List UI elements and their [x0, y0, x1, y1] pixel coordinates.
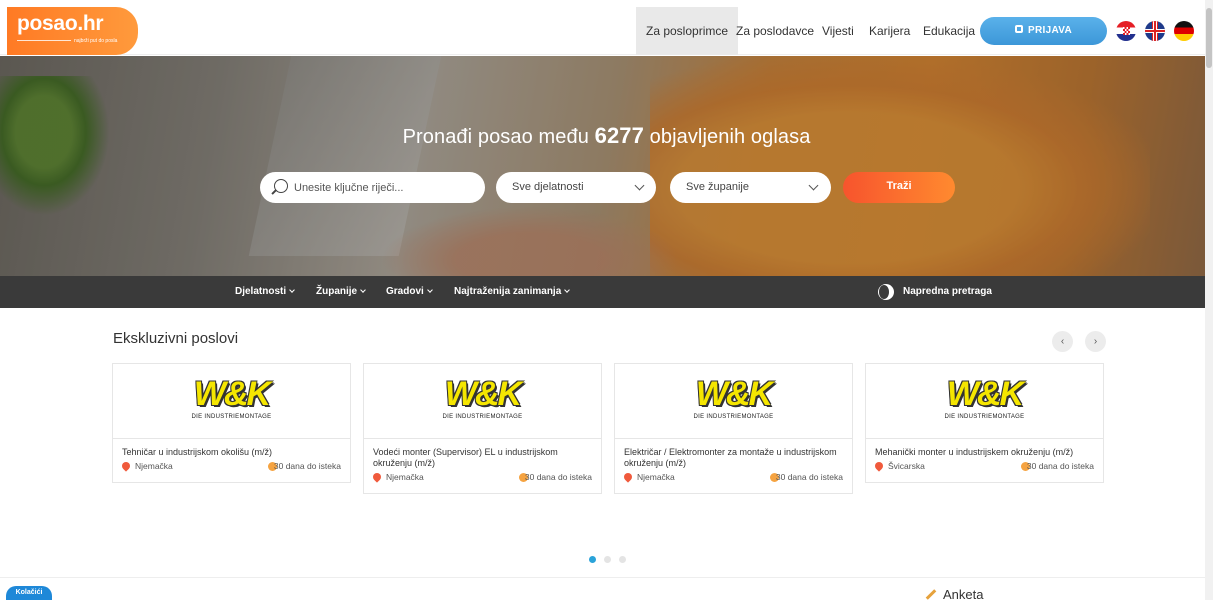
- united-kingdom-flag-icon[interactable]: [1145, 21, 1165, 41]
- job-title[interactable]: Mehanički monter u industrijskem okružen…: [875, 447, 1095, 458]
- days-until-expiry: 30 dana do isteka: [273, 461, 341, 471]
- job-title[interactable]: Tehničar u industrijskom okolišu (m/ž): [122, 447, 342, 458]
- days-until-expiry: 30 dana do isteka: [775, 472, 843, 482]
- location-pin-icon: [120, 460, 132, 472]
- keyword-search-box: [260, 172, 485, 203]
- search-button[interactable]: Traži: [843, 172, 955, 203]
- carousel-dot[interactable]: [619, 556, 626, 563]
- category-subnav: Djelatnosti Županije Gradovi Najtraženij…: [0, 276, 1205, 308]
- nav-item-edukacija[interactable]: Edukacija: [923, 7, 975, 55]
- section-title: Ekskluzivni poslovi: [113, 330, 239, 347]
- job-card[interactable]: W&K DIE INDUSTRIEMONTAGE Mehanički monte…: [865, 363, 1104, 483]
- hero-banner: [0, 56, 1205, 276]
- croatia-flag-icon[interactable]: [1116, 21, 1136, 41]
- job-card[interactable]: W&K DIE INDUSTRIEMONTAGE Električar / El…: [614, 363, 853, 494]
- logo[interactable]: posao.hr najbrži put do posla: [7, 7, 138, 55]
- login-label: PRIJAVA: [1028, 25, 1072, 36]
- advanced-search-link[interactable]: Napredna pretraga: [903, 276, 992, 308]
- germany-flag-icon[interactable]: [1174, 21, 1194, 41]
- top-strip: [0, 0, 1213, 7]
- section-divider: [0, 577, 1205, 578]
- job-location: Njemačka: [637, 472, 675, 482]
- cookies-button[interactable]: Kolačići: [6, 586, 52, 600]
- search-icon: [274, 179, 288, 193]
- job-location: Njemačka: [135, 461, 173, 471]
- chevron-down-icon: [360, 287, 366, 293]
- chevron-down-icon: [289, 287, 295, 293]
- industry-select[interactable]: Sve djelatnosti: [496, 172, 656, 203]
- nav-item-vijesti[interactable]: Vijesti: [822, 7, 854, 55]
- company-logo: W&K DIE INDUSTRIEMONTAGE: [866, 364, 1103, 439]
- subnav-item-zupanije[interactable]: Županije: [316, 276, 366, 308]
- carousel-dot[interactable]: [604, 556, 611, 563]
- company-logo: W&K DIE INDUSTRIEMONTAGE: [364, 364, 601, 439]
- logo-text: posao.hr: [17, 12, 104, 35]
- subnav-item-najtrazenija-zanimanja[interactable]: Najtraženija zanimanja: [454, 276, 571, 308]
- carousel-prev-button[interactable]: ‹: [1052, 331, 1073, 352]
- industry-select-value: Sve djelatnosti: [512, 181, 584, 193]
- days-until-expiry: 30 dana do isteka: [524, 472, 592, 482]
- logo-underline: [17, 40, 71, 41]
- county-select-value: Sve županije: [686, 181, 749, 193]
- advanced-search-icon[interactable]: [878, 284, 894, 300]
- carousel-next-button[interactable]: ›: [1085, 331, 1106, 352]
- chevron-down-icon: [426, 287, 433, 293]
- chevron-down-icon: [808, 180, 819, 191]
- nav-item-karijera[interactable]: Karijera: [869, 7, 910, 55]
- county-select[interactable]: Sve županije: [670, 172, 831, 203]
- job-location: Njemačka: [386, 472, 424, 482]
- location-pin-icon: [622, 471, 634, 483]
- company-logo: W&K DIE INDUSTRIEMONTAGE: [615, 364, 852, 439]
- logo-tagline: najbrži put do posla: [74, 38, 118, 44]
- login-button[interactable]: PRIJAVA: [980, 17, 1107, 45]
- keyword-search-input[interactable]: [294, 172, 479, 203]
- job-card[interactable]: W&K DIE INDUSTRIEMONTAGE Tehničar u indu…: [112, 363, 351, 483]
- lock-icon: [1015, 25, 1024, 33]
- location-pin-icon: [873, 460, 885, 472]
- chevron-down-icon: [564, 287, 571, 293]
- job-card[interactable]: W&K DIE INDUSTRIEMONTAGE Vodeći monter (…: [363, 363, 602, 494]
- job-count: 6277: [594, 123, 644, 148]
- page: posao.hr najbrži put do posla Za poslopr…: [0, 0, 1213, 600]
- pencil-icon: [925, 589, 937, 600]
- company-logo: W&K DIE INDUSTRIEMONTAGE: [113, 364, 350, 439]
- job-title[interactable]: Električar / Elektromonter za montaže u …: [624, 447, 844, 469]
- page-scrollbar[interactable]: [1205, 0, 1213, 600]
- subnav-item-gradovi[interactable]: Gradovi: [386, 276, 433, 308]
- job-location: Švicarska: [888, 461, 925, 471]
- chevron-down-icon: [634, 180, 645, 191]
- location-pin-icon: [371, 471, 383, 483]
- scrollbar-thumb[interactable]: [1206, 8, 1212, 68]
- survey-heading[interactable]: Anketa: [925, 587, 983, 600]
- nav-item-za-poslodavce[interactable]: Za poslodavce: [736, 7, 814, 55]
- nav-item-za-posloprimce[interactable]: Za posloprimce: [636, 7, 739, 55]
- subnav-item-djelatnosti[interactable]: Djelatnosti: [235, 276, 295, 308]
- job-title[interactable]: Vodeći monter (Supervisor) EL u industri…: [373, 447, 593, 469]
- site-header: posao.hr najbrži put do posla Za poslopr…: [0, 7, 1205, 55]
- hero-title: Pronađi posao među 6277 objavljenih ogla…: [402, 123, 811, 148]
- carousel-dot[interactable]: [589, 556, 596, 563]
- days-until-expiry: 30 dana do isteka: [1026, 461, 1094, 471]
